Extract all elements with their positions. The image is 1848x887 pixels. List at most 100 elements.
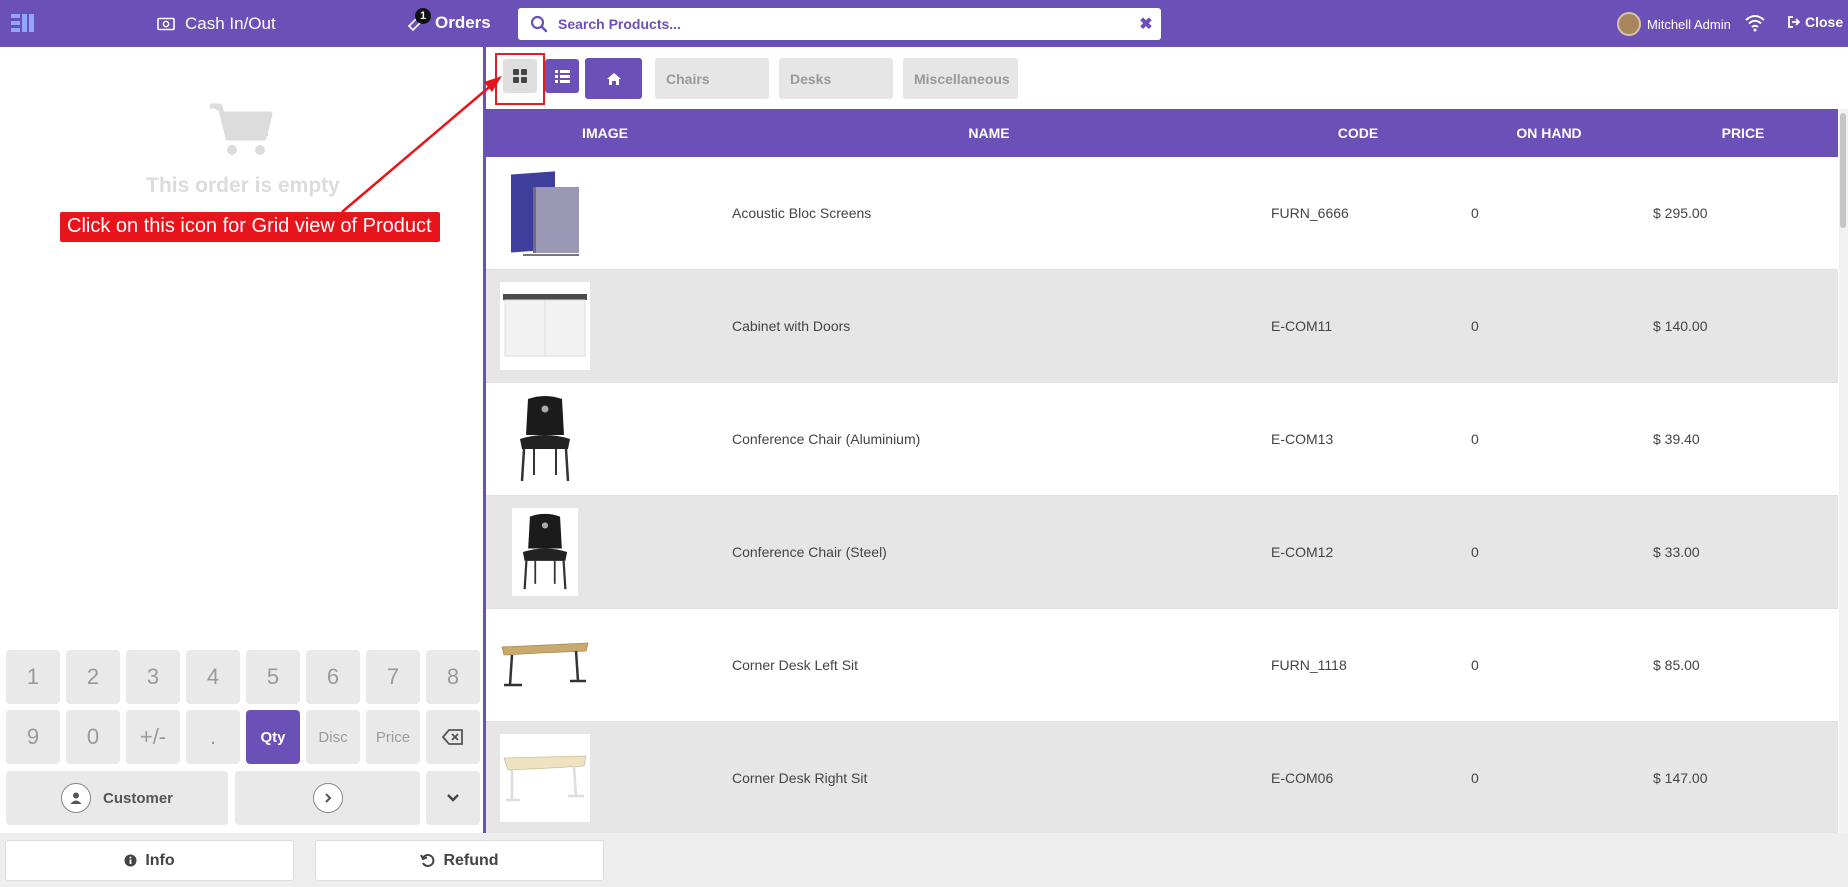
product-on-hand: 0	[1471, 431, 1479, 447]
scrollbar-thumb[interactable]	[1840, 113, 1846, 228]
numpad-key-0[interactable]: 0	[66, 710, 120, 764]
orders-label: Orders	[435, 13, 491, 32]
product-name: Corner Desk Left Sit	[732, 657, 859, 673]
header-price: PRICE	[1721, 125, 1765, 141]
chevron-down-icon	[447, 794, 459, 802]
refund-button[interactable]: Refund	[315, 840, 604, 881]
numpad-mode-disc[interactable]: Disc	[306, 710, 360, 764]
money-icon	[157, 17, 175, 31]
product-on-hand: 0	[1471, 205, 1479, 221]
numpad-key-4[interactable]: 4	[186, 650, 240, 704]
shopping-cart-icon	[210, 103, 273, 155]
numpad-key-1[interactable]: 1	[6, 650, 60, 704]
info-label: Info	[145, 851, 175, 869]
numpad-key-2[interactable]: 2	[66, 650, 120, 704]
product-name: Acoustic Bloc Screens	[732, 205, 872, 221]
header-code: CODE	[1337, 125, 1379, 141]
home-category-button[interactable]	[585, 58, 642, 99]
numpad-key-decimal[interactable]: .	[186, 710, 240, 764]
product-code: E-COM12	[1271, 544, 1334, 560]
table-row[interactable]: Conference Chair (Steel) E-COM12 0 $ 33.…	[486, 496, 1838, 609]
product-price: $ 295.00	[1653, 205, 1708, 221]
order-panel: This order is empty 1 2 3 4 5 6 7 8 9 0 …	[0, 47, 486, 833]
payment-button[interactable]	[235, 771, 420, 825]
category-chairs[interactable]: Chairs	[655, 58, 769, 99]
refund-label: Refund	[443, 851, 499, 869]
cash-in-out-button[interactable]: Cash In/Out	[157, 14, 276, 34]
product-image	[500, 169, 590, 257]
numpad-key-8[interactable]: 8	[426, 650, 480, 704]
product-toolbar: Chairs Desks Miscellaneous	[486, 47, 1848, 109]
clear-search-icon[interactable]: ✖	[1131, 9, 1161, 39]
product-code: E-COM13	[1271, 431, 1334, 447]
table-row[interactable]: Cabinet with Doors E-COM11 0 $ 140.00	[486, 270, 1838, 383]
numpad-key-plus-minus[interactable]: +/-	[126, 710, 180, 764]
product-on-hand: 0	[1471, 770, 1479, 786]
product-price: $ 33.00	[1653, 544, 1700, 560]
annotation-callout: Click on this icon for Grid view of Prod…	[60, 212, 440, 242]
table-row[interactable]: Corner Desk Right Sit E-COM06 0 $ 147.00	[486, 722, 1838, 833]
top-bar: Cash In/Out 1 Orders ✖ Mitchell Admin Cl…	[0, 0, 1848, 47]
header-name: NAME	[968, 125, 1010, 141]
product-image	[500, 395, 590, 483]
customer-button[interactable]: Customer	[6, 771, 228, 825]
info-button[interactable]: Info	[5, 840, 294, 881]
product-image	[500, 282, 590, 370]
orders-count-badge: 1	[415, 8, 431, 24]
close-button[interactable]: Close	[1787, 14, 1843, 30]
numpad-key-3[interactable]: 3	[126, 650, 180, 704]
numpad-key-7[interactable]: 7	[366, 650, 420, 704]
product-image	[512, 508, 578, 596]
numpad-key-5[interactable]: 5	[246, 650, 300, 704]
numpad-mode-qty[interactable]: Qty	[246, 710, 300, 764]
close-label: Close	[1805, 14, 1844, 30]
orders-button[interactable]: 1 Orders	[407, 8, 491, 33]
numpad-mode-price[interactable]: Price	[366, 710, 420, 764]
product-on-hand: 0	[1471, 544, 1479, 560]
product-name: Conference Chair (Steel)	[732, 544, 887, 560]
home-icon	[606, 72, 621, 85]
category-miscellaneous[interactable]: Miscellaneous	[903, 58, 1018, 99]
product-name: Conference Chair (Aluminium)	[732, 431, 921, 447]
product-image	[500, 621, 590, 709]
chevron-right-icon	[312, 783, 343, 813]
product-on-hand: 0	[1471, 318, 1479, 334]
table-row[interactable]: Conference Chair (Aluminium) E-COM13 0 $…	[486, 383, 1838, 496]
annotation-highlight-box	[495, 53, 545, 105]
product-price: $ 147.00	[1653, 770, 1708, 786]
product-name: Cabinet with Doors	[732, 318, 851, 334]
product-image	[500, 734, 590, 822]
user-menu[interactable]: Mitchell Admin	[1617, 12, 1731, 36]
product-price: $ 85.00	[1653, 657, 1700, 673]
table-row[interactable]: Acoustic Bloc Screens FURN_6666 0 $ 295.…	[486, 157, 1838, 270]
bottom-bar: Info Refund	[0, 833, 1848, 887]
table-row[interactable]: Corner Desk Left Sit FURN_1118 0 $ 85.00	[486, 609, 1838, 722]
user-icon	[60, 783, 91, 813]
product-on-hand: 0	[1471, 657, 1479, 673]
category-desks[interactable]: Desks	[779, 58, 893, 99]
user-name: Mitchell Admin	[1647, 16, 1731, 32]
backspace-button[interactable]	[426, 710, 480, 764]
logo-icon	[11, 14, 34, 32]
customer-label: Customer	[102, 789, 173, 807]
avatar	[1617, 12, 1641, 36]
header-on-hand: ON HAND	[1516, 125, 1582, 141]
more-actions-button[interactable]	[426, 771, 480, 825]
product-price: $ 140.00	[1653, 318, 1708, 334]
header-image: IMAGE	[582, 125, 628, 141]
backspace-icon	[442, 729, 463, 745]
sign-out-icon	[1788, 16, 1801, 28]
product-name: Corner Desk Right Sit	[732, 770, 868, 786]
table-header: IMAGE NAME CODE ON HAND PRICE	[486, 109, 1838, 157]
product-list-scrollbar[interactable]	[1839, 109, 1848, 833]
wifi-icon	[1745, 15, 1765, 32]
product-area: Chairs Desks Miscellaneous IMAGE NAME CO…	[486, 47, 1848, 833]
product-code: E-COM06	[1271, 770, 1334, 786]
product-code: FURN_1118	[1271, 657, 1347, 673]
list-view-button[interactable]	[545, 59, 579, 93]
list-view-icon	[554, 69, 570, 83]
product-table: IMAGE NAME CODE ON HAND PRICE Acoustic B…	[486, 109, 1838, 833]
numpad-key-9[interactable]: 9	[6, 710, 60, 764]
numpad-key-6[interactable]: 6	[306, 650, 360, 704]
search-input[interactable]	[558, 16, 1131, 32]
